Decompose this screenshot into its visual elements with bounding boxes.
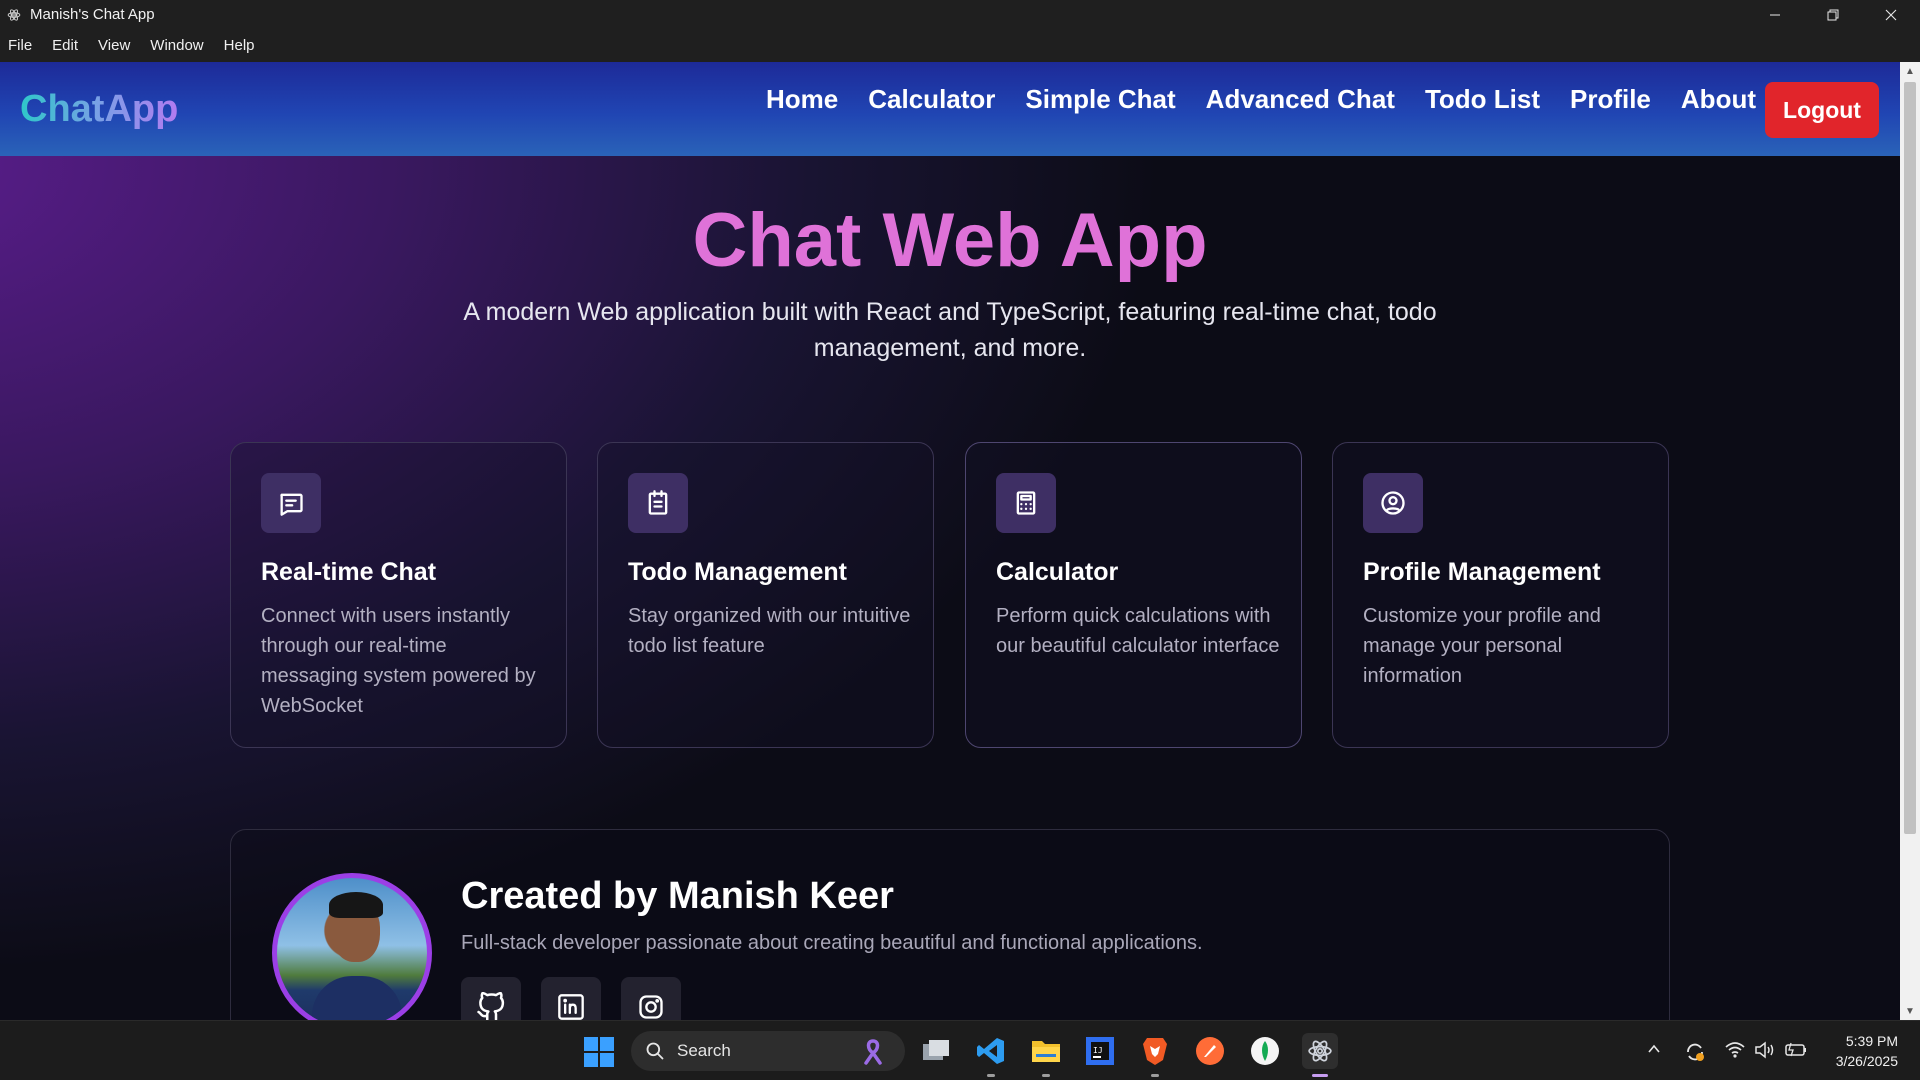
brave-icon[interactable]	[1137, 1033, 1173, 1077]
window-title: Manish's Chat App	[30, 6, 155, 23]
awareness-ribbon-icon	[864, 1039, 882, 1065]
menu-window[interactable]: Window	[150, 37, 203, 54]
nav-about[interactable]: About	[1681, 84, 1756, 115]
close-icon	[1885, 9, 1897, 20]
scroll-down-icon[interactable]: ▼	[1900, 1002, 1920, 1020]
volume-icon[interactable]	[1754, 1041, 1776, 1059]
nav-home[interactable]: Home	[766, 84, 838, 115]
clock-time: 5:39 PM	[1845, 1033, 1898, 1049]
feature-card-calculator[interactable]: Calculator Perform quick calculations wi…	[965, 442, 1302, 748]
nav-advanced-chat[interactable]: Advanced Chat	[1206, 84, 1395, 115]
nav-calculator[interactable]: Calculator	[868, 84, 995, 115]
electron-app-icon[interactable]	[1302, 1033, 1338, 1077]
nav-profile[interactable]: Profile	[1570, 84, 1651, 115]
electron-app-icon	[5, 6, 23, 24]
nav-links: Home Calculator Simple Chat Advanced Cha…	[736, 84, 1756, 115]
vscode-icon[interactable]	[973, 1033, 1009, 1077]
sync-icon[interactable]	[1684, 1041, 1706, 1063]
search-label: Search	[677, 1041, 731, 1060]
creator-heading: Created by Manish Keer	[461, 875, 894, 917]
feature-card-realtime-chat[interactable]: Real-time Chat Connect with users instan…	[230, 442, 567, 748]
window-titlebar: Manish's Chat App	[0, 0, 1920, 29]
feature-title: Real-time Chat	[261, 558, 437, 586]
mongodb-icon[interactable]	[1247, 1033, 1283, 1069]
feature-title: Profile Management	[1363, 558, 1601, 586]
instagram-link[interactable]	[621, 977, 681, 1020]
calculator-icon	[996, 473, 1056, 533]
minimize-button[interactable]	[1746, 0, 1804, 29]
feature-description: Stay organized with our intuitive todo l…	[628, 605, 911, 657]
scroll-up-icon[interactable]: ▲	[1900, 62, 1920, 80]
intellij-icon[interactable]: IJ	[1082, 1033, 1118, 1069]
clipboard-list-icon	[628, 473, 688, 533]
folder-icon[interactable]	[1028, 1033, 1064, 1077]
brand-logo[interactable]: ChatApp	[20, 88, 178, 131]
taskbar: Search IJ 5:39 PM 3/26/2025	[0, 1020, 1920, 1080]
chevron-up-icon[interactable]	[1646, 1041, 1662, 1057]
creator-card: Created by Manish Keer Full-stack develo…	[230, 829, 1670, 1020]
menu-edit[interactable]: Edit	[52, 37, 78, 54]
message-square-icon	[261, 473, 321, 533]
close-button[interactable]	[1862, 0, 1920, 29]
user-circle-icon	[1363, 473, 1423, 533]
system-clock[interactable]: 5:39 PM 3/26/2025	[1836, 1031, 1898, 1071]
page-viewport: ChatApp Home Calculator Simple Chat Adva…	[0, 62, 1900, 1020]
wifi-icon[interactable]	[1724, 1041, 1746, 1059]
avatar	[272, 873, 432, 1020]
menu-help[interactable]: Help	[224, 37, 255, 54]
page-subtitle: A modern Web application built with Reac…	[463, 298, 1437, 362]
postman-icon[interactable]	[1192, 1033, 1228, 1069]
linkedin-link[interactable]	[541, 977, 601, 1020]
scrollbar-thumb[interactable]	[1904, 82, 1916, 834]
feature-description: Connect with users instantly through our…	[261, 605, 536, 717]
page-title: Chat Web App	[692, 198, 1208, 283]
file-explorer-icon[interactable]	[918, 1033, 954, 1069]
creator-bio: Full-stack developer passionate about cr…	[461, 932, 1203, 954]
start-button[interactable]	[583, 1036, 615, 1068]
minimize-icon	[1770, 14, 1780, 15]
menu-file[interactable]: File	[8, 37, 32, 54]
feature-card-todo[interactable]: Todo Management Stay organized with our …	[597, 442, 934, 748]
github-icon	[477, 992, 505, 1020]
github-link[interactable]	[461, 977, 521, 1020]
menu-view[interactable]: View	[98, 37, 130, 54]
taskbar-search[interactable]: Search	[631, 1031, 905, 1071]
feature-description: Perform quick calculations with our beau…	[996, 605, 1280, 657]
instagram-icon	[639, 995, 663, 1019]
restore-icon	[1827, 9, 1839, 20]
clock-date: 3/26/2025	[1835, 1053, 1898, 1069]
search-icon	[646, 1042, 664, 1060]
svg-text:IJ: IJ	[1093, 1046, 1103, 1055]
windows-start-icon	[584, 1037, 614, 1067]
nav-simple-chat[interactable]: Simple Chat	[1025, 84, 1175, 115]
feature-title: Calculator	[996, 558, 1119, 586]
navbar: ChatApp Home Calculator Simple Chat Adva…	[0, 62, 1900, 156]
feature-description: Customize your profile and manage your p…	[1363, 605, 1601, 687]
nav-todo-list[interactable]: Todo List	[1425, 84, 1540, 115]
logout-button[interactable]: Logout	[1765, 82, 1879, 138]
menu-bar: File Edit View Window Help	[0, 29, 1920, 62]
restore-button[interactable]	[1804, 0, 1862, 29]
feature-card-profile[interactable]: Profile Management Customize your profil…	[1332, 442, 1669, 748]
battery-icon[interactable]	[1784, 1041, 1808, 1057]
page-scrollbar[interactable]: ▲ ▼	[1900, 62, 1920, 1020]
feature-title: Todo Management	[628, 558, 847, 586]
linkedin-icon	[558, 994, 584, 1020]
